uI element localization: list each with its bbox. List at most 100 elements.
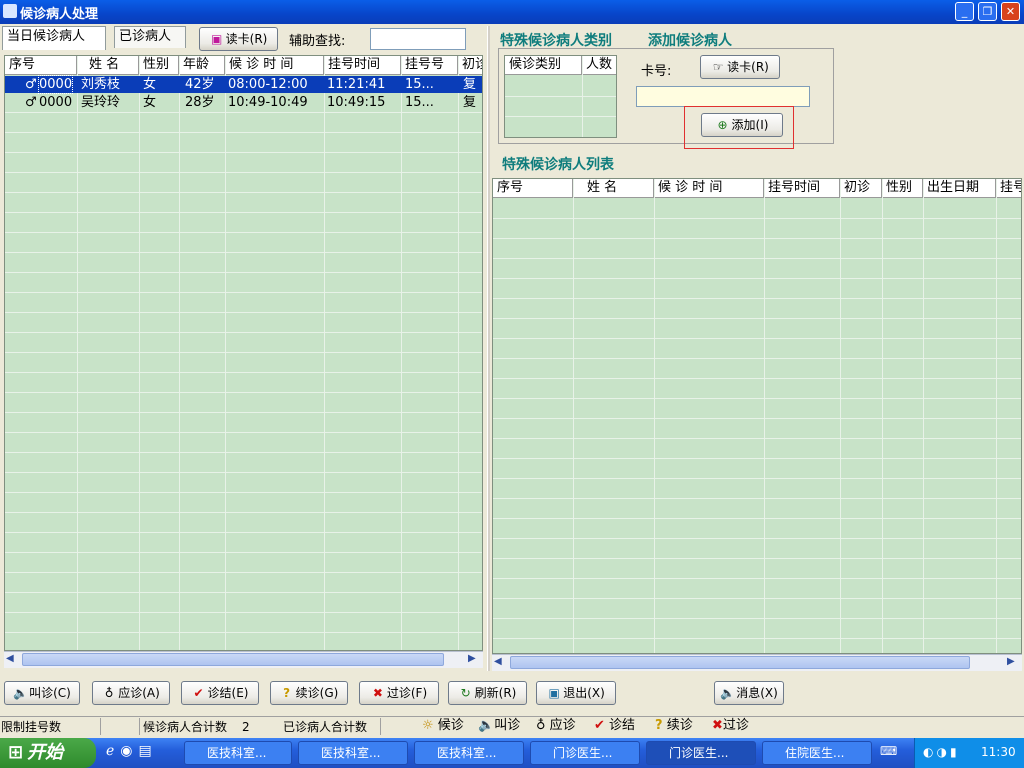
col-wait-time[interactable]: 候 诊 时 间 [654, 179, 764, 197]
cell-wait: 08:00-12:00 [228, 77, 308, 92]
special-read-card-button[interactable]: ☞ 读卡(R) [700, 55, 780, 79]
windows-logo-icon: ⊞ [8, 742, 24, 763]
seen-total-label: 已诊病人合计数 [283, 720, 368, 734]
scroll-left-arrow-icon[interactable]: ◀ [494, 656, 502, 667]
refresh-icon: ↻ [460, 686, 471, 700]
legend-answer: ♁ 应诊 [536, 718, 576, 733]
scroll-right-arrow-icon[interactable]: ▶ [468, 653, 476, 664]
answer-button[interactable]: ♁ 应诊(A) [92, 681, 170, 705]
left-horizontal-scrollbar[interactable]: ◀ ▶ [4, 651, 483, 668]
exit-label: 退出(X) [563, 686, 605, 700]
search-input[interactable] [370, 28, 466, 50]
card-reader-icon: ▣ [210, 32, 223, 46]
task-button-1[interactable]: 医技科室... [184, 741, 292, 765]
cell-reg-time: 10:49:15 [327, 95, 386, 110]
legend-call: 🔈叫诊 [478, 718, 521, 733]
close-button[interactable]: ✕ [1001, 2, 1020, 21]
col-birth-date[interactable]: 出生日期 [923, 179, 996, 197]
card-number-input[interactable] [636, 86, 810, 107]
scroll-thumb[interactable] [22, 653, 444, 666]
cell-reg-time: 11:21:41 [327, 77, 386, 92]
maximize-button[interactable]: ❐ [978, 2, 997, 21]
message-button[interactable]: 🔈消息(X) [714, 681, 784, 705]
keyboard-icon[interactable]: ⌨ [880, 744, 897, 758]
scroll-left-arrow-icon[interactable]: ◀ [6, 653, 14, 664]
finish-label: 诊结(E) [207, 686, 249, 700]
scroll-right-arrow-icon[interactable]: ▶ [1007, 656, 1015, 667]
continue-label: 续诊(G) [295, 686, 339, 700]
col-name[interactable]: 姓 名 [573, 179, 654, 197]
tab-seen-patients[interactable]: 已诊病人 [114, 26, 186, 48]
waiting-total-label: 候诊病人合计数 [143, 720, 228, 734]
table-row[interactable]: ♂ 0000 吴玲玲 女 28岁 10:49-10:49 10:49:15 15… [5, 94, 482, 111]
special-list-title: 特殊候诊病人列表 [502, 157, 614, 173]
refresh-button[interactable]: ↻ 刷新(R) [448, 681, 527, 705]
col-reg-no[interactable]: 挂号号 [401, 56, 458, 74]
col-name[interactable]: 姓 名 [77, 56, 139, 74]
col-wait-time[interactable]: 候 诊 时 间 [225, 56, 324, 74]
task-button-6[interactable]: 住院医生... [762, 741, 872, 765]
limit-label: 限制挂号数 [1, 720, 62, 734]
col-seq[interactable]: 序号 [493, 179, 573, 197]
col-reg-time[interactable]: 挂号时间 [324, 56, 401, 74]
checkmark-icon: ✔ [594, 718, 605, 733]
cell-sex: 女 [143, 77, 157, 92]
minimize-button[interactable]: _ [955, 2, 974, 21]
task-button-2[interactable]: 医技科室... [298, 741, 408, 765]
continue-button[interactable]: ? 续诊(G) [270, 681, 348, 705]
exit-button[interactable]: ▣ 退出(X) [536, 681, 616, 705]
task-button-3[interactable]: 医技科室... [414, 741, 524, 765]
cell-first: 复 [463, 77, 477, 92]
status-bar: 限制挂号数 候诊病人合计数 2 已诊病人合计数 ☼ 候诊 🔈叫诊 ♁ 应诊 ✔ … [0, 716, 1024, 737]
bulb-icon: ☼ [422, 718, 434, 733]
patient-status-icon: ♂ [25, 95, 37, 110]
cell-age: 42岁 [185, 77, 215, 92]
col-first-visit[interactable]: 初诊 [840, 179, 882, 197]
window-title: 候诊病人处理 [20, 7, 99, 22]
app-icon [3, 4, 17, 18]
right-horizontal-scrollbar[interactable]: ◀ ▶ [492, 654, 1022, 671]
waiting-patient-table[interactable]: 序号 姓 名 性别 年龄 候 诊 时 间 挂号时间 挂号号 初诊 ♂ 0000 … [4, 55, 483, 651]
col-age[interactable]: 年龄 [179, 56, 225, 74]
speaker-icon: 🔈 [13, 686, 29, 700]
clock[interactable]: 11:30 [981, 745, 1016, 759]
scroll-thumb[interactable] [510, 656, 970, 669]
col-reg-time[interactable]: 挂号时间 [764, 179, 840, 197]
col-category[interactable]: 候诊类别 [505, 56, 582, 74]
task-button-5[interactable]: 门诊医生... [646, 741, 756, 765]
search-label: 辅助查找: [289, 34, 346, 49]
col-sex[interactable]: 性别 [139, 56, 179, 74]
read-card-button[interactable]: ▣ 读卡(R) [199, 27, 278, 51]
desktop-icon: ▤ [138, 743, 158, 759]
pass-label: 过诊(F) [386, 686, 428, 700]
panel-splitter[interactable] [487, 26, 490, 671]
col-sex[interactable]: 性别 [882, 179, 923, 197]
task-button-4[interactable]: 门诊医生... [530, 741, 640, 765]
tray-icons[interactable]: ◐◑▮ [923, 745, 960, 759]
cell-wait: 10:49-10:49 [228, 95, 308, 110]
col-first-visit[interactable]: 初诊 [458, 56, 482, 74]
add-circle-icon: ⊕ [717, 118, 728, 132]
finish-button[interactable]: ✔ 诊结(E) [181, 681, 259, 705]
cell-reg-no: 15... [405, 77, 434, 92]
quick-launch[interactable]: ℯ◉▤ [106, 743, 158, 759]
cell-seq: 0000 [39, 95, 73, 110]
stethoscope-icon: ♁ [104, 686, 114, 700]
ie-icon: ℯ [106, 743, 121, 759]
question-icon: ? [655, 718, 663, 733]
pass-button[interactable]: ✖ 过诊(F) [359, 681, 439, 705]
checkmark-icon: ✔ [193, 686, 204, 700]
category-table[interactable]: 候诊类别 人数 [504, 55, 617, 138]
tab-today-waiting[interactable]: 当日候诊病人 [2, 26, 106, 50]
call-button[interactable]: 🔈叫诊(C) [4, 681, 80, 705]
exit-door-icon: ▣ [548, 686, 560, 700]
col-reg[interactable]: 挂号 [996, 179, 1021, 197]
message-label: 消息(X) [736, 686, 778, 700]
legend-continue: ? 续诊 [655, 718, 693, 733]
special-patient-table[interactable]: 序号 姓 名 候 诊 时 间 挂号时间 初诊 性别 出生日期 挂号 [492, 178, 1022, 654]
start-button[interactable]: ⊞ 开始 [0, 738, 96, 768]
add-patient-button[interactable]: ⊕ 添加(I) [701, 113, 783, 137]
col-seq[interactable]: 序号 [5, 56, 77, 74]
table-row[interactable]: ♂ 0000 刘秀枝 女 42岁 08:00-12:00 11:21:41 15… [5, 75, 482, 94]
col-count[interactable]: 人数 [582, 56, 616, 74]
